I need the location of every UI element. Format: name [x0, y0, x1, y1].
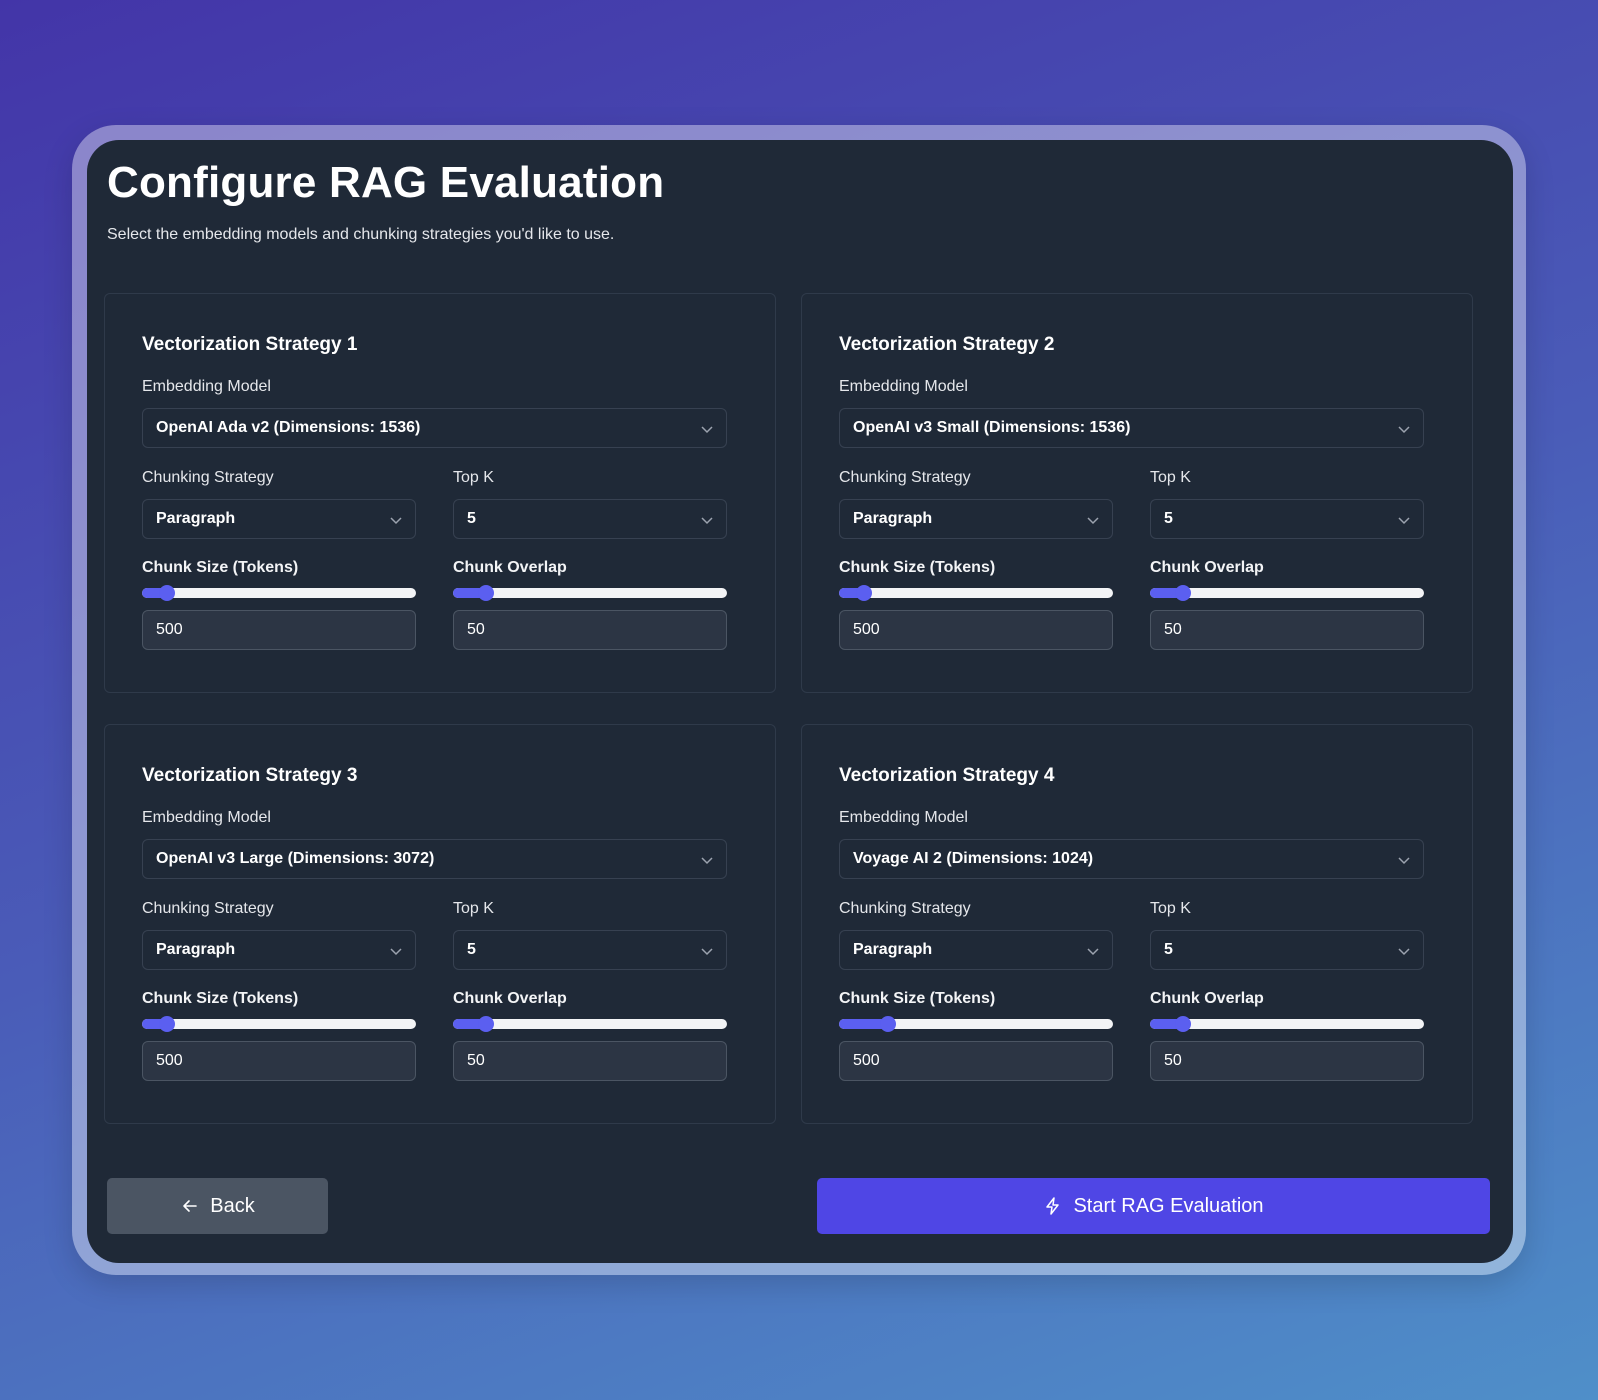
chunking-strategy-label: Chunking Strategy: [142, 469, 274, 486]
chunk-size-slider-thumb[interactable]: [855, 585, 872, 601]
chunk-size-input[interactable]: [839, 610, 1113, 650]
chunk-overlap-input[interactable]: [453, 1041, 727, 1081]
chunk-size-slider-thumb[interactable]: [880, 1016, 897, 1032]
embedding-model-value: OpenAI Ada v2 (Dimensions: 1536): [156, 419, 421, 436]
chunk-size-input[interactable]: [142, 610, 416, 650]
chunking-strategy-value: Paragraph: [156, 941, 236, 958]
top-k-select[interactable]: 5: [453, 930, 727, 970]
chunk-overlap-slider[interactable]: [1150, 585, 1424, 601]
chevron-down-icon: [390, 517, 402, 525]
chunk-overlap-slider[interactable]: [1150, 1016, 1424, 1032]
chunking-strategy-label: Chunking Strategy: [142, 900, 274, 917]
chunk-overlap-label: Chunk Overlap: [453, 559, 567, 576]
embedding-model-label: Embedding Model: [142, 378, 271, 395]
top-k-label: Top K: [1150, 900, 1191, 917]
chunk-size-input[interactable]: [142, 1041, 416, 1081]
top-k-value: 5: [1164, 510, 1173, 527]
chunking-strategy-label: Chunking Strategy: [839, 900, 971, 917]
back-button[interactable]: Back: [107, 1178, 328, 1234]
top-k-label: Top K: [453, 469, 494, 486]
embedding-model-label: Embedding Model: [839, 809, 968, 826]
chevron-down-icon: [1398, 517, 1410, 525]
chunk-size-slider[interactable]: [839, 585, 1113, 601]
top-k-value: 5: [1164, 941, 1173, 958]
top-k-select[interactable]: 5: [453, 499, 727, 539]
chunk-size-slider-thumb[interactable]: [158, 585, 175, 601]
chunking-strategy-value: Paragraph: [156, 510, 236, 527]
strategy-title: Vectorization Strategy 1: [142, 334, 358, 355]
start-button-label: Start RAG Evaluation: [1073, 1194, 1264, 1217]
embedding-model-select[interactable]: Voyage AI 2 (Dimensions: 1024): [839, 839, 1424, 879]
chevron-down-icon: [1398, 426, 1410, 434]
strategy-card-2: Vectorization Strategy 2 Embedding Model…: [801, 293, 1473, 693]
embedding-model-label: Embedding Model: [839, 378, 968, 395]
config-panel: Configure RAG Evaluation Select the embe…: [87, 140, 1513, 1263]
strategy-card-1: Vectorization Strategy 1 Embedding Model…: [104, 293, 776, 693]
embedding-model-label: Embedding Model: [142, 809, 271, 826]
embedding-model-value: OpenAI v3 Large (Dimensions: 3072): [156, 850, 435, 867]
chunk-overlap-slider[interactable]: [453, 1016, 727, 1032]
chevron-down-icon: [1087, 948, 1099, 956]
start-rag-evaluation-button[interactable]: Start RAG Evaluation: [817, 1178, 1490, 1234]
top-k-label: Top K: [1150, 469, 1191, 486]
chunk-overlap-slider[interactable]: [453, 585, 727, 601]
page-subtitle: Select the embedding models and chunking…: [107, 226, 615, 243]
chunk-size-input[interactable]: [839, 1041, 1113, 1081]
embedding-model-select[interactable]: OpenAI v3 Small (Dimensions: 1536): [839, 408, 1424, 448]
arrow-left-icon: [183, 1200, 198, 1212]
lightning-bolt-icon: [1046, 1197, 1060, 1215]
chunking-strategy-select[interactable]: Paragraph: [839, 930, 1113, 970]
chunking-strategy-select[interactable]: Paragraph: [142, 930, 416, 970]
chunk-overlap-label: Chunk Overlap: [1150, 559, 1264, 576]
chunk-size-slider-thumb[interactable]: [158, 1016, 175, 1032]
chevron-down-icon: [701, 948, 713, 956]
chunking-strategy-value: Paragraph: [853, 510, 933, 527]
chevron-down-icon: [1398, 948, 1410, 956]
chevron-down-icon: [701, 857, 713, 865]
chunk-size-label: Chunk Size (Tokens): [142, 559, 299, 576]
chunk-overlap-slider-thumb[interactable]: [1174, 585, 1191, 601]
chunk-overlap-slider-thumb[interactable]: [1174, 1016, 1191, 1032]
chunk-size-slider[interactable]: [839, 1016, 1113, 1032]
back-button-label: Back: [210, 1194, 255, 1217]
chunk-size-slider[interactable]: [142, 1016, 416, 1032]
chunk-overlap-slider-thumb[interactable]: [477, 1016, 494, 1032]
strategy-card-4: Vectorization Strategy 4 Embedding Model…: [801, 724, 1473, 1124]
chevron-down-icon: [701, 517, 713, 525]
strategy-card-3: Vectorization Strategy 3 Embedding Model…: [104, 724, 776, 1124]
chunking-strategy-select[interactable]: Paragraph: [839, 499, 1113, 539]
chunking-strategy-select[interactable]: Paragraph: [142, 499, 416, 539]
strategy-title: Vectorization Strategy 2: [839, 334, 1055, 355]
chunking-strategy-value: Paragraph: [853, 941, 933, 958]
chevron-down-icon: [1398, 857, 1410, 865]
chunk-size-label: Chunk Size (Tokens): [839, 559, 996, 576]
chunk-overlap-input[interactable]: [1150, 610, 1424, 650]
strategy-title: Vectorization Strategy 3: [142, 765, 358, 786]
chunk-overlap-input[interactable]: [1150, 1041, 1424, 1081]
chunking-strategy-label: Chunking Strategy: [839, 469, 971, 486]
page-title: Configure RAG Evaluation: [107, 158, 665, 207]
chevron-down-icon: [390, 948, 402, 956]
chunk-overlap-input[interactable]: [453, 610, 727, 650]
top-k-value: 5: [467, 941, 476, 958]
chevron-down-icon: [1087, 517, 1099, 525]
chunk-overlap-label: Chunk Overlap: [453, 990, 567, 1007]
top-k-value: 5: [467, 510, 476, 527]
top-k-select[interactable]: 5: [1150, 499, 1424, 539]
top-k-label: Top K: [453, 900, 494, 917]
top-k-select[interactable]: 5: [1150, 930, 1424, 970]
chunk-size-label: Chunk Size (Tokens): [839, 990, 996, 1007]
chunk-size-slider[interactable]: [142, 585, 416, 601]
embedding-model-value: OpenAI v3 Small (Dimensions: 1536): [853, 419, 1131, 436]
chevron-down-icon: [701, 426, 713, 434]
strategy-title: Vectorization Strategy 4: [839, 765, 1055, 786]
chunk-size-label: Chunk Size (Tokens): [142, 990, 299, 1007]
embedding-model-select[interactable]: OpenAI v3 Large (Dimensions: 3072): [142, 839, 727, 879]
chunk-overlap-label: Chunk Overlap: [1150, 990, 1264, 1007]
chunk-overlap-slider-thumb[interactable]: [477, 585, 494, 601]
embedding-model-value: Voyage AI 2 (Dimensions: 1024): [853, 850, 1094, 867]
embedding-model-select[interactable]: OpenAI Ada v2 (Dimensions: 1536): [142, 408, 727, 448]
